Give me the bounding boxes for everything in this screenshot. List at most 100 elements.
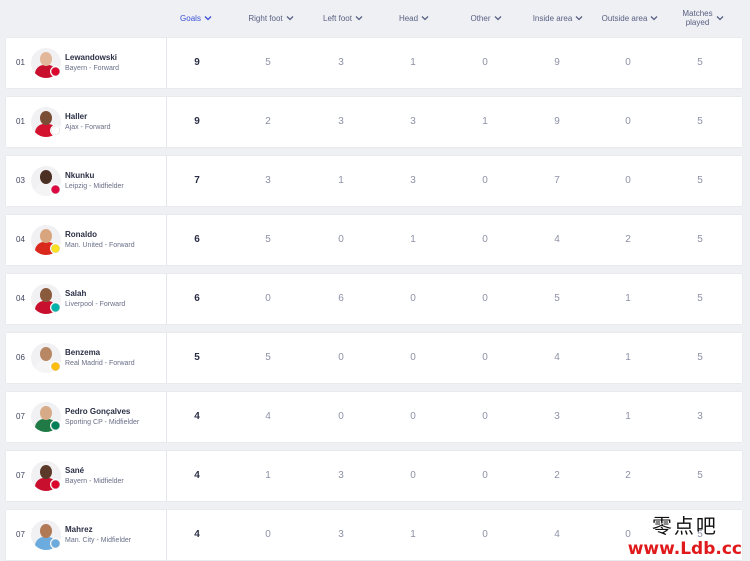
- stat-3: 3: [410, 116, 416, 127]
- column-divider: [166, 333, 167, 383]
- stat-6: 1: [625, 411, 631, 422]
- table-row[interactable]: 01 Haller Ajax - Forward 9 2 3 3 1 9 0 5: [6, 97, 742, 147]
- stat-0: 6: [194, 234, 200, 245]
- stat-7: 5: [697, 175, 703, 186]
- column-divider: [166, 510, 167, 560]
- player-name[interactable]: Mahrez: [65, 525, 93, 534]
- stat-6: 0: [625, 116, 631, 127]
- column-header-label: Left foot: [323, 13, 352, 23]
- avatar-face: [40, 288, 52, 302]
- rank: 01: [16, 117, 25, 126]
- player-team-position: Man. United - Forward: [65, 242, 135, 249]
- rank: 04: [16, 235, 25, 244]
- stat-2: 3: [338, 57, 344, 68]
- table-row[interactable]: 07 Pedro Gonçalves Sporting CP - Midfielde…: [6, 392, 742, 442]
- club-badge-icon: [50, 125, 61, 136]
- player-name[interactable]: Pedro Gonçalves: [65, 407, 130, 416]
- table-row[interactable]: 01 Lewandowski Bayern - Forward 9 5 3 1 0 9 0 5: [6, 38, 742, 88]
- stat-6: 2: [625, 470, 631, 481]
- stat-0: 4: [194, 529, 200, 540]
- table-row[interactable]: 06 Benzema Real Madrid - Forward 5 5 0 0 0 4 1 5: [6, 333, 742, 383]
- chevron-down-icon: [421, 14, 429, 22]
- player-team-position: Liverpool - Forward: [65, 301, 126, 308]
- rank: 07: [16, 412, 25, 421]
- stat-4: 0: [482, 529, 488, 540]
- column-header-5[interactable]: Inside area: [522, 0, 594, 36]
- column-divider: [166, 97, 167, 147]
- column-divider: [166, 274, 167, 324]
- column-header-label: Inside area: [532, 13, 573, 23]
- column-header-6[interactable]: Outside area: [594, 0, 666, 36]
- stat-1: 0: [265, 293, 271, 304]
- stat-5: 4: [554, 529, 560, 540]
- chevron-down-icon: [494, 14, 502, 22]
- table-row[interactable]: 07 Sané Bayern - Midfielder 4 1 3 0 0 2 2 5: [6, 451, 742, 501]
- stat-2: 3: [338, 470, 344, 481]
- avatar-face: [40, 406, 52, 420]
- column-header-label: Outside area: [601, 13, 648, 23]
- table-row[interactable]: 04 Ronaldo Man. United - Forward 6 5 0 1 0 4 2 5: [6, 215, 742, 265]
- stat-2: 0: [338, 352, 344, 363]
- player-name[interactable]: Sané: [65, 466, 84, 475]
- watermark: 零点吧 www.Ldb.cc: [628, 510, 742, 559]
- player-team-position: Sporting CP - Midfielder: [65, 419, 140, 426]
- player-name[interactable]: Benzema: [65, 348, 100, 357]
- column-header-1[interactable]: Right foot: [235, 0, 307, 36]
- stat-4: 0: [482, 293, 488, 304]
- player-name[interactable]: Ronaldo: [65, 230, 97, 239]
- column-header-label: Goals: [180, 13, 201, 23]
- stat-3: 0: [410, 293, 416, 304]
- rank: 07: [16, 530, 25, 539]
- column-header-0[interactable]: Goals: [160, 0, 232, 36]
- avatar-face: [40, 52, 52, 66]
- stat-2: 3: [338, 529, 344, 540]
- stat-5: 7: [554, 175, 560, 186]
- stat-5: 9: [554, 116, 560, 127]
- stat-1: 0: [265, 529, 271, 540]
- column-header-2[interactable]: Left foot: [307, 0, 379, 36]
- player-name[interactable]: Lewandowski: [65, 53, 117, 62]
- avatar-face: [40, 465, 52, 479]
- stat-5: 3: [554, 411, 560, 422]
- stat-2: 1: [338, 175, 344, 186]
- stat-1: 5: [265, 352, 271, 363]
- stat-7: 5: [697, 57, 703, 68]
- watermark-logo-text: 零点吧: [651, 514, 718, 538]
- stat-4: 0: [482, 352, 488, 363]
- stat-0: 9: [194, 57, 200, 68]
- stat-7: 5: [697, 234, 703, 245]
- avatar-face: [40, 111, 52, 125]
- stat-6: 2: [625, 234, 631, 245]
- player-team-position: Real Madrid - Forward: [65, 360, 135, 367]
- chevron-down-icon: [286, 14, 294, 22]
- stat-0: 6: [194, 293, 200, 304]
- stat-5: 4: [554, 234, 560, 245]
- stat-0: 7: [194, 175, 200, 186]
- chevron-down-icon: [575, 14, 583, 22]
- stat-6: 0: [625, 175, 631, 186]
- stat-2: 0: [338, 411, 344, 422]
- table-row[interactable]: 03 Nkunku Leipzig - Midfielder 7 3 1 3 0 7 0 5: [6, 156, 742, 206]
- stat-7: 5: [697, 352, 703, 363]
- stat-6: 1: [625, 352, 631, 363]
- stat-4: 1: [482, 116, 488, 127]
- stat-7: 5: [697, 293, 703, 304]
- stat-3: 1: [410, 234, 416, 245]
- column-header-label: Head: [398, 13, 419, 23]
- player-name[interactable]: Nkunku: [65, 171, 94, 180]
- column-header-3[interactable]: Head: [378, 0, 450, 36]
- club-badge-icon: [50, 479, 61, 490]
- column-header-7[interactable]: Matches played: [667, 0, 739, 36]
- club-badge-icon: [50, 184, 61, 195]
- column-header-label: Matches played: [682, 9, 713, 27]
- column-header-4[interactable]: Other: [450, 0, 522, 36]
- stat-4: 0: [482, 234, 488, 245]
- stat-3: 1: [410, 57, 416, 68]
- club-badge-icon: [50, 361, 61, 372]
- avatar-face: [40, 524, 52, 538]
- avatar-face: [40, 170, 52, 184]
- player-name[interactable]: Salah: [65, 289, 86, 298]
- player-name[interactable]: Haller: [65, 112, 87, 121]
- stat-7: 5: [697, 116, 703, 127]
- table-row[interactable]: 04 Salah Liverpool - Forward 6 0 6 0 0 5 1 5: [6, 274, 742, 324]
